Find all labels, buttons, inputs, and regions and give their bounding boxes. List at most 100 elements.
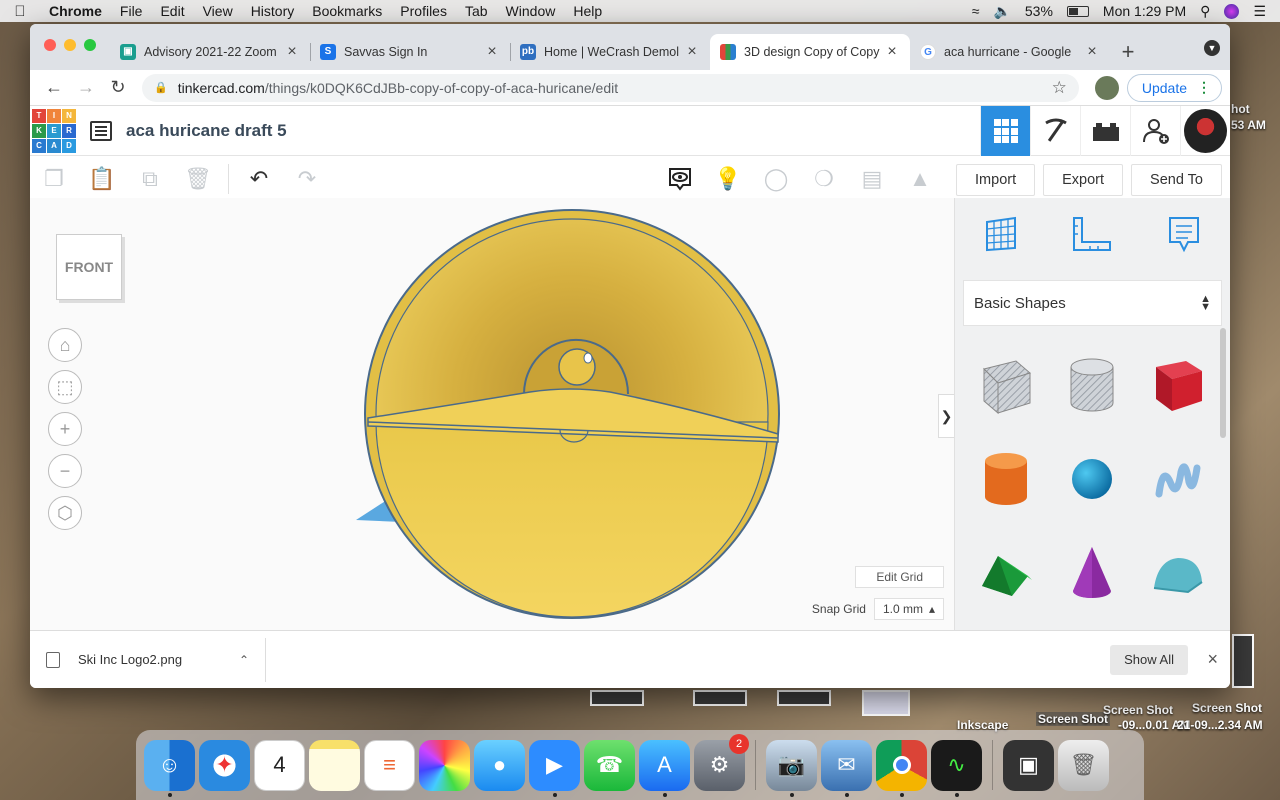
reload-button[interactable]: ↻ bbox=[102, 74, 134, 102]
duplicate-button[interactable]: ⧉ bbox=[126, 156, 174, 202]
3d-design-view-button[interactable] bbox=[980, 106, 1030, 156]
trash-icon[interactable]: 🗑 bbox=[1058, 739, 1109, 791]
facetime-icon[interactable]: ☎ bbox=[584, 739, 635, 791]
shape-box-hole[interactable] bbox=[963, 338, 1049, 432]
workplane-canvas[interactable]: FRONT ⌂ ⬚ + − ⬡ ❯ Edit Grid Snap Grid 1.… bbox=[30, 198, 954, 630]
show-all-button[interactable]: Show All bbox=[1110, 644, 1188, 675]
close-window-button[interactable] bbox=[44, 39, 56, 51]
redo-button[interactable]: ↷ bbox=[283, 156, 331, 202]
bricks-view-button[interactable] bbox=[1080, 106, 1130, 156]
shape-box[interactable] bbox=[1135, 338, 1221, 432]
volume-icon[interactable]: 🔈 bbox=[993, 3, 1010, 20]
close-tab-icon[interactable]: × bbox=[1084, 43, 1100, 61]
desktop-label[interactable]: Screen Shot bbox=[1103, 703, 1173, 717]
notes-icon[interactable] bbox=[309, 739, 360, 791]
desktop-label[interactable]: 21-09...2.34 AM bbox=[1177, 718, 1263, 732]
shape-cylinder[interactable] bbox=[963, 432, 1049, 526]
photos-icon[interactable] bbox=[419, 739, 470, 791]
calendar-icon[interactable]: 4 bbox=[254, 739, 305, 791]
new-tab-button[interactable]: + bbox=[1110, 34, 1146, 70]
ruler-tool-button[interactable] bbox=[1070, 212, 1114, 256]
chevron-up-icon[interactable]: ⌃ bbox=[239, 653, 249, 667]
forward-button[interactable]: → bbox=[70, 74, 102, 102]
menu-bookmarks[interactable]: Bookmarks bbox=[303, 3, 391, 19]
close-tab-icon[interactable]: × bbox=[684, 43, 700, 61]
tab-search-icon[interactable]: ▼ bbox=[1204, 40, 1220, 56]
panel-scrollbar[interactable] bbox=[1220, 328, 1226, 438]
tinkercad-logo[interactable]: T I N K E R C A D bbox=[32, 108, 76, 153]
zoom-icon[interactable]: ▶ bbox=[529, 739, 580, 797]
user-avatar-button[interactable] bbox=[1180, 106, 1230, 156]
desktop-label[interactable]: 53 AM bbox=[1231, 118, 1266, 132]
edit-grid-button[interactable]: Edit Grid bbox=[855, 566, 944, 588]
desktop-file-thumbnail[interactable] bbox=[777, 690, 831, 706]
screenshot-stack-icon[interactable]: ▣ bbox=[1003, 739, 1054, 791]
lock-icon[interactable]: 🔒 bbox=[154, 81, 168, 94]
desktop-label[interactable]: Screen Shot bbox=[1036, 712, 1111, 726]
reminders-icon[interactable]: ≡ bbox=[364, 739, 415, 791]
hole-button[interactable]: ❍ bbox=[800, 156, 848, 202]
control-center-icon[interactable]: ☰ bbox=[1253, 3, 1266, 20]
blocks-view-button[interactable] bbox=[1030, 106, 1080, 156]
shape-sphere[interactable] bbox=[1049, 432, 1135, 526]
menu-tab[interactable]: Tab bbox=[456, 3, 497, 19]
shape-roof[interactable] bbox=[963, 526, 1049, 620]
shape-cone[interactable] bbox=[1049, 526, 1135, 620]
close-shelf-icon[interactable]: × bbox=[1207, 649, 1218, 670]
menu-chrome[interactable]: Chrome bbox=[40, 3, 111, 19]
mail-icon[interactable]: ✉ bbox=[821, 739, 872, 797]
notes-tool-button[interactable] bbox=[1162, 212, 1206, 256]
desktop-label[interactable]: hot bbox=[1231, 102, 1250, 116]
zoom-window-button[interactable] bbox=[84, 39, 96, 51]
add-user-button[interactable] bbox=[1130, 106, 1180, 156]
download-item[interactable]: Ski Inc Logo2.png ⌃ bbox=[30, 637, 266, 682]
minimize-window-button[interactable] bbox=[64, 39, 76, 51]
snap-grid-select[interactable]: 1.0 mm ▴ bbox=[873, 598, 944, 620]
tab-advisory-zoom[interactable]: ▣ Advisory 2021-22 Zoom × bbox=[110, 34, 310, 70]
shape-cylinder-hole[interactable] bbox=[1049, 338, 1135, 432]
paste-button[interactable]: 📋 bbox=[78, 156, 126, 202]
desktop-label[interactable]: Screen Shot bbox=[1192, 701, 1262, 715]
messages-icon[interactable]: ● bbox=[474, 739, 525, 791]
finder-icon[interactable]: ☺ bbox=[144, 739, 195, 797]
shape-round-roof[interactable] bbox=[1135, 526, 1221, 620]
shape-scribble[interactable] bbox=[1135, 432, 1221, 526]
menu-file[interactable]: File bbox=[111, 3, 152, 19]
design-list-icon[interactable] bbox=[90, 120, 112, 141]
chrome-icon[interactable] bbox=[876, 739, 927, 797]
undo-button[interactable]: ↶ bbox=[235, 156, 283, 202]
menu-window[interactable]: Window bbox=[497, 3, 565, 19]
desktop-file-thumbnail[interactable] bbox=[693, 690, 747, 706]
align-button[interactable]: ▤ bbox=[848, 156, 896, 202]
menu-help[interactable]: Help bbox=[564, 3, 611, 19]
desktop-file-thumbnail[interactable] bbox=[862, 690, 910, 716]
notes-lightbulb-button[interactable]: 💡 bbox=[704, 156, 752, 202]
workplane-tool-button[interactable] bbox=[979, 212, 1023, 256]
import-button[interactable]: Import bbox=[956, 164, 1036, 196]
collapse-panel-button[interactable]: ❯ bbox=[938, 394, 954, 438]
address-bar[interactable]: 🔒 tinkercad.com/things/k0DQK6CdJBb-copy-… bbox=[142, 73, 1079, 102]
desktop-file-thumbnail[interactable] bbox=[1232, 634, 1254, 688]
app-store-icon[interactable]: A bbox=[639, 739, 690, 797]
menu-edit[interactable]: Edit bbox=[151, 3, 193, 19]
export-button[interactable]: Export bbox=[1043, 164, 1124, 196]
system-preferences-icon[interactable]: ⚙ 2 bbox=[694, 733, 749, 791]
menu-history[interactable]: History bbox=[242, 3, 304, 19]
clock[interactable]: Mon 1:29 PM bbox=[1103, 3, 1186, 19]
send-to-button[interactable]: Send To bbox=[1131, 164, 1222, 196]
bookmark-star-icon[interactable]: ☆ bbox=[1052, 78, 1067, 98]
tab-google-search[interactable]: G aca hurricane - Google × bbox=[910, 34, 1110, 70]
profile-avatar[interactable] bbox=[1094, 75, 1119, 100]
copy-button[interactable]: ❐ bbox=[30, 156, 78, 202]
show-all-button[interactable] bbox=[656, 156, 704, 202]
spotlight-search-icon[interactable]: ⚲ bbox=[1200, 3, 1210, 20]
preview-icon[interactable]: 📷 bbox=[766, 739, 817, 797]
siri-icon[interactable] bbox=[1224, 3, 1240, 19]
desktop-file-thumbnail[interactable] bbox=[590, 690, 644, 706]
apple-menu-icon[interactable]:  bbox=[0, 3, 40, 20]
back-button[interactable]: ← bbox=[38, 74, 70, 102]
tab-tinkercad-design[interactable]: 3D design Copy of Copy × bbox=[710, 34, 910, 70]
update-button[interactable]: Update ⋮ bbox=[1126, 73, 1222, 102]
shape-category-select[interactable]: Basic Shapes ▲ ▼ bbox=[963, 280, 1222, 326]
close-tab-icon[interactable]: × bbox=[284, 43, 300, 61]
